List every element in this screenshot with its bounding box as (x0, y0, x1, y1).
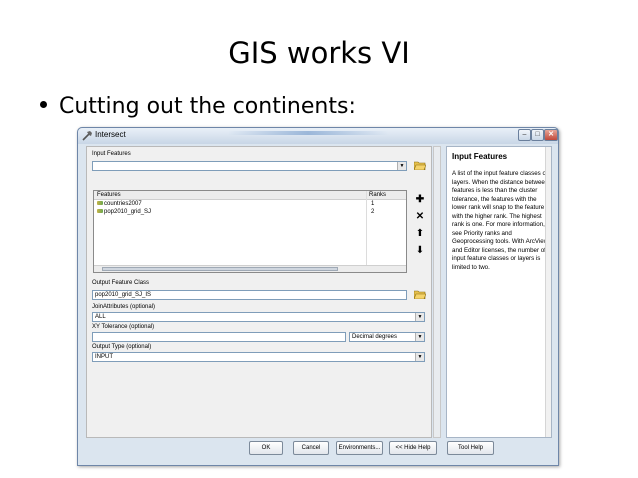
table-row[interactable]: pop2010_grid_SJ 2 (94, 208, 406, 216)
table-row[interactable]: countries2007 1 (94, 200, 406, 208)
chevron-down-icon[interactable]: ▼ (415, 333, 424, 341)
minimize-icon: – (522, 131, 527, 138)
cancel-button[interactable]: Cancel (293, 441, 329, 455)
xy-tolerance-label: XY Tolerance (optional) (92, 324, 155, 330)
input-features-label: Input Features (92, 151, 131, 157)
tool-help-button[interactable]: Tool Help (447, 441, 494, 455)
bullet-item: Cutting out the continents: (40, 94, 356, 119)
open-folder-icon[interactable] (414, 290, 426, 299)
intersect-dialog: Intersect – □ ✕ Input Features ▼ Feature… (77, 127, 559, 466)
feature-rank: 1 (371, 201, 375, 207)
chevron-down-icon[interactable]: ▼ (415, 353, 424, 361)
help-panel: Input Features A list of the input featu… (446, 146, 552, 438)
output-type-value: INPUT (95, 354, 113, 360)
features-column-header[interactable]: Features (94, 191, 366, 200)
ok-button[interactable]: OK (249, 441, 283, 455)
table-horizontal-scrollbar[interactable] (94, 265, 406, 272)
input-features-dropdown[interactable]: ▼ (92, 161, 407, 171)
scrollbar-thumb[interactable] (102, 267, 338, 271)
feature-name: pop2010_grid_SJ (104, 209, 152, 215)
output-type-dropdown[interactable]: INPUT ▼ (92, 352, 425, 362)
chevron-down-icon[interactable]: ▼ (397, 162, 406, 170)
xy-tolerance-unit-value: Decimal degrees (352, 334, 398, 340)
join-attributes-dropdown[interactable]: ALL ▼ (92, 312, 425, 322)
close-button[interactable]: ✕ (544, 129, 558, 141)
input-features-table: Features Ranks countries2007 1 pop2010_g… (93, 190, 407, 273)
close-icon: ✕ (548, 131, 554, 138)
output-type-label: Output Type (optional) (92, 344, 152, 350)
join-attributes-value: ALL (95, 314, 106, 320)
move-up-icon[interactable]: ⬆ (413, 228, 427, 240)
chevron-down-icon[interactable]: ▼ (415, 313, 424, 321)
layer-icon (97, 201, 103, 206)
titlebar-decoration (228, 131, 388, 135)
xy-tolerance-unit-dropdown[interactable]: Decimal degrees ▼ (349, 332, 425, 342)
feature-name: countries2007 (104, 201, 142, 207)
move-down-icon[interactable]: ⬇ (413, 245, 427, 257)
help-title: Input Features (452, 152, 508, 161)
bullet-text: Cutting out the continents: (59, 94, 356, 119)
environments-button[interactable]: Environments... (336, 441, 383, 455)
remove-icon[interactable]: ✕ (413, 211, 427, 223)
parameters-vertical-scrollbar[interactable] (433, 146, 441, 438)
open-folder-icon[interactable] (414, 161, 426, 170)
output-feature-class-input[interactable]: pop2010_grid_SJ_IS (92, 290, 407, 300)
ranks-column-header[interactable]: Ranks (366, 191, 406, 200)
minimize-button[interactable]: – (518, 129, 531, 141)
dialog-title: Intersect (95, 130, 126, 139)
parameters-panel: Input Features ▼ Features Ranks countrie… (86, 146, 432, 438)
slide-title: GIS works VI (228, 36, 410, 70)
feature-rank: 2 (371, 209, 375, 215)
help-scrollbar[interactable] (545, 147, 551, 437)
maximize-icon: □ (535, 131, 540, 138)
join-attributes-label: JoinAttributes (optional) (92, 304, 156, 310)
dialog-titlebar[interactable]: Intersect – □ ✕ (78, 128, 558, 144)
output-feature-class-label: Output Feature Class (92, 280, 150, 286)
maximize-button[interactable]: □ (531, 129, 544, 141)
bullet-dot-icon (40, 100, 47, 108)
hammer-tool-icon (82, 131, 92, 141)
layer-icon (97, 209, 103, 214)
hide-help-button[interactable]: << Hide Help (389, 441, 437, 455)
add-icon[interactable]: ✚ (413, 194, 427, 206)
help-text: A list of the input feature classes or l… (452, 170, 549, 271)
xy-tolerance-input[interactable] (92, 332, 346, 342)
